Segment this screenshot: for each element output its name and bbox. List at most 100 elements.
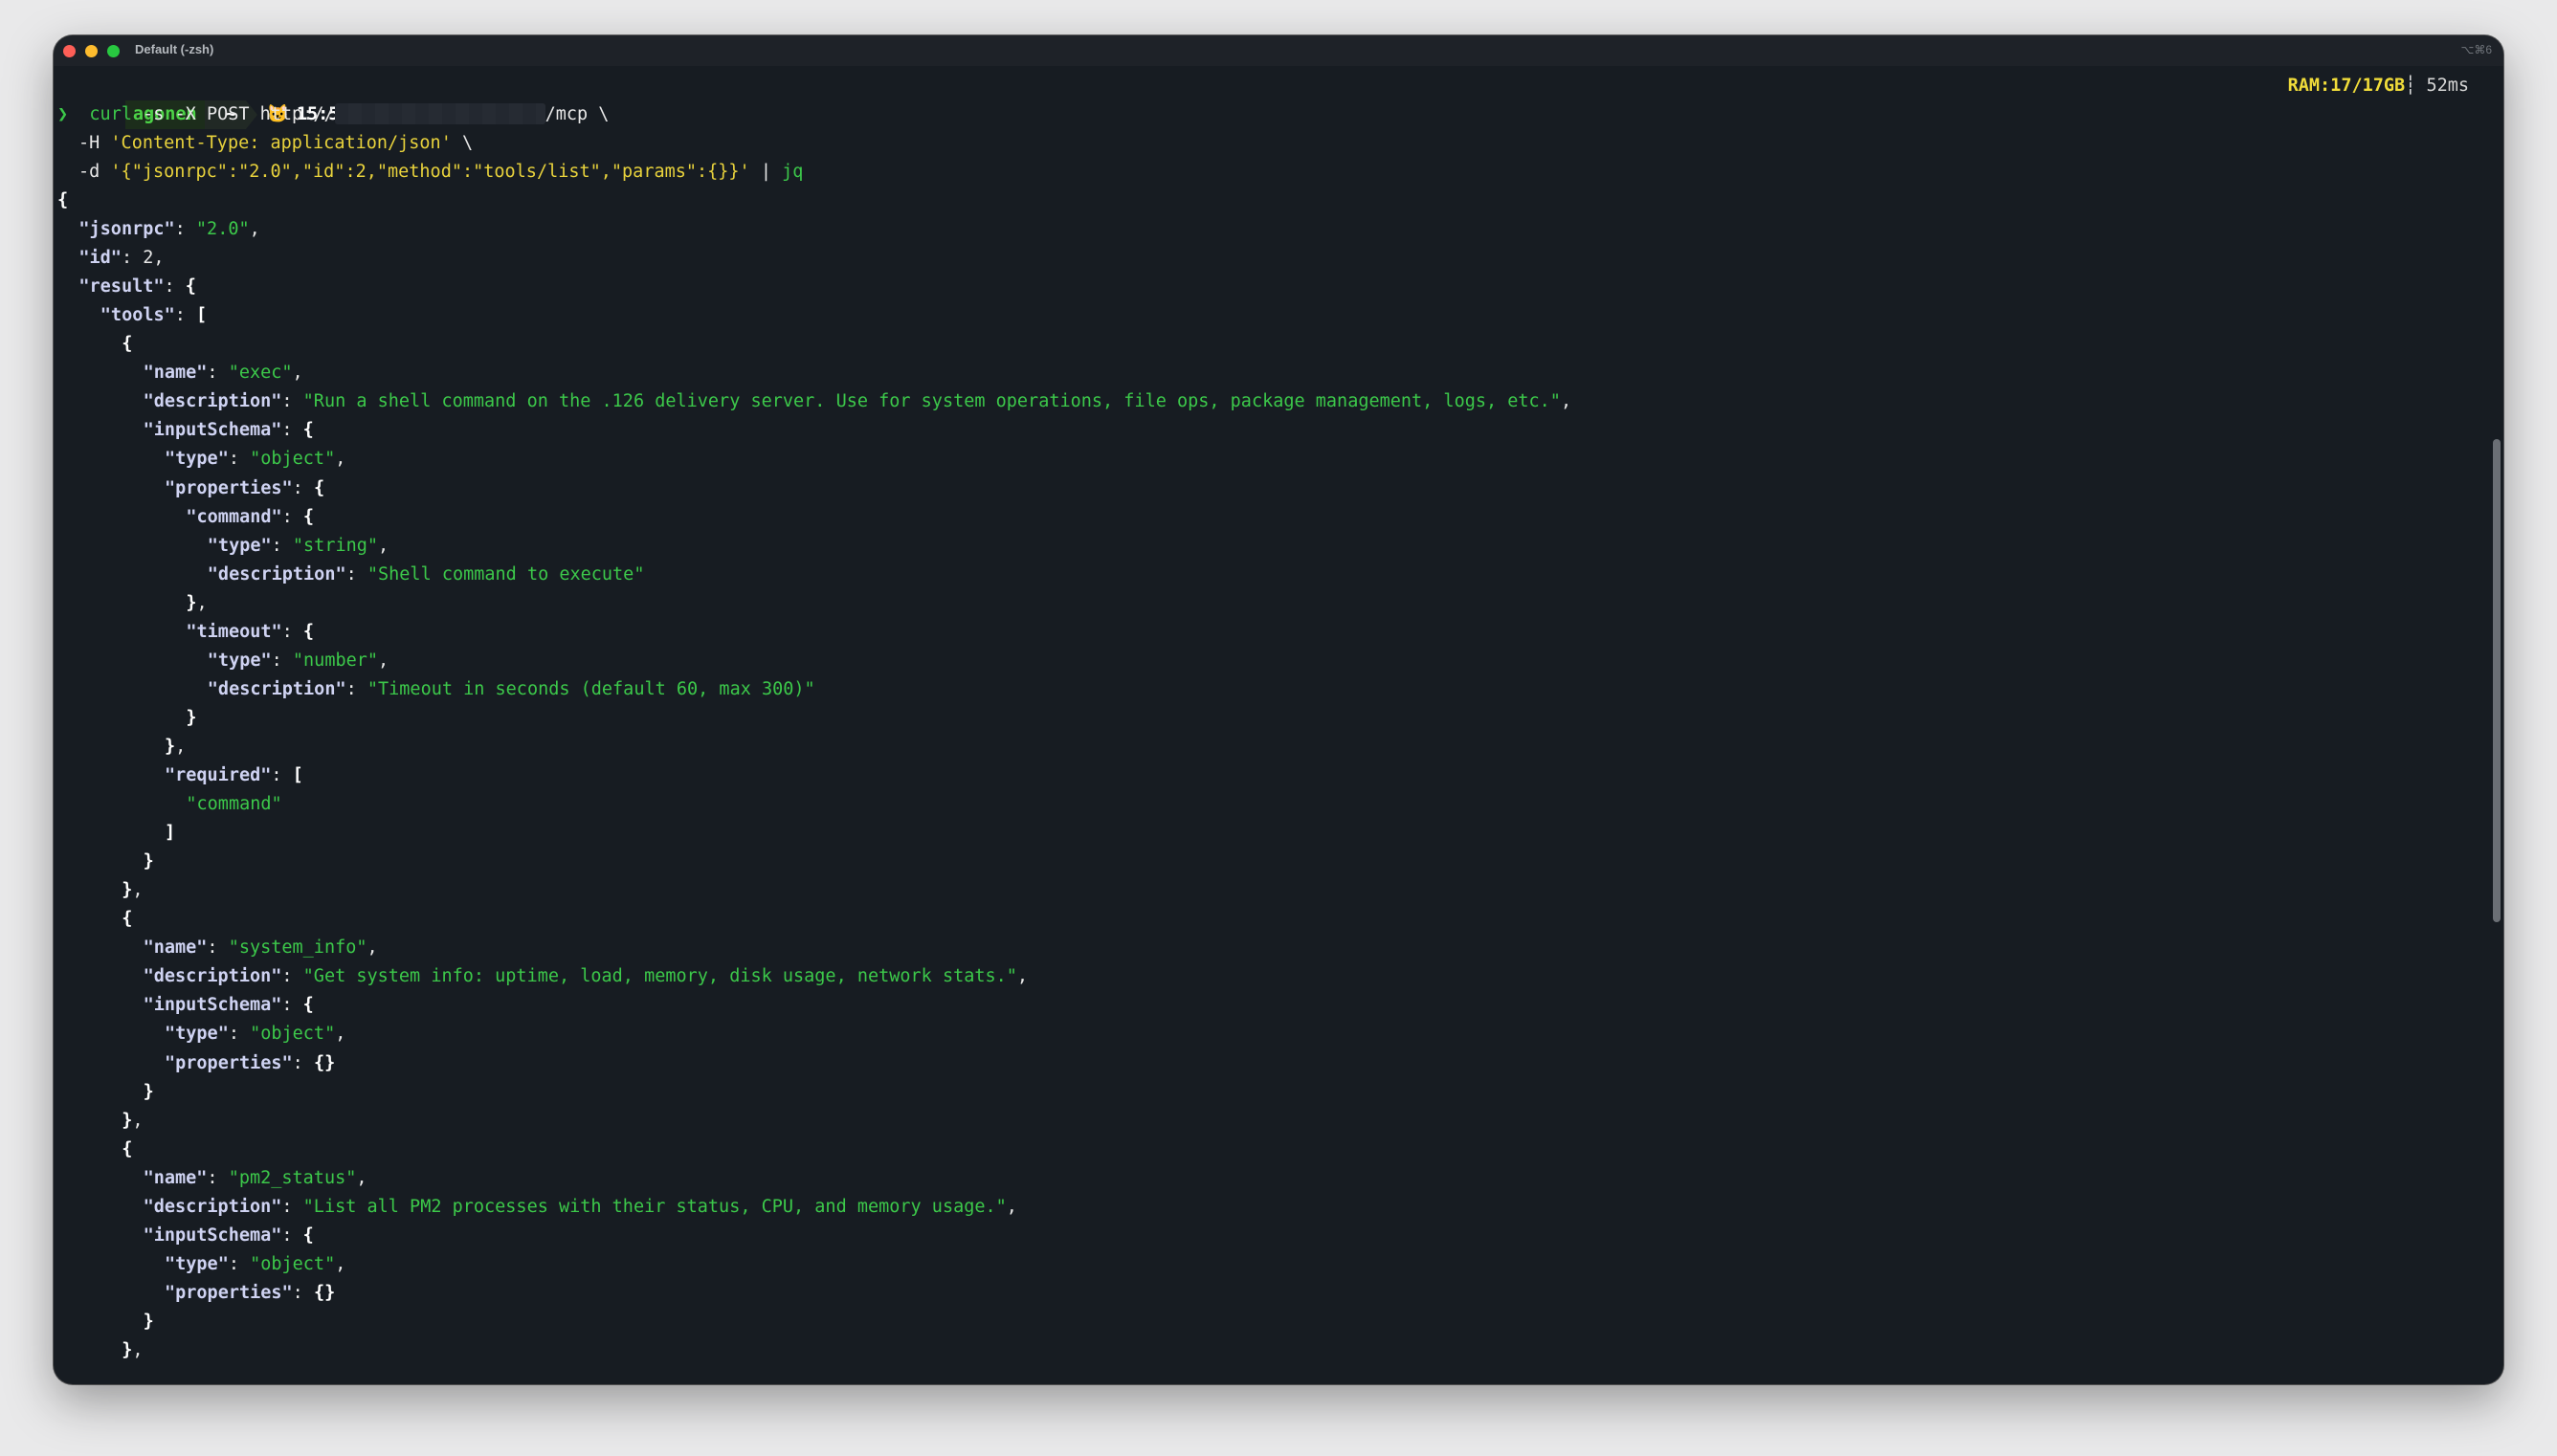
output-line: } [144, 1078, 154, 1107]
json-token: { [122, 1138, 133, 1159]
json-token: : [345, 678, 367, 699]
output-line: { [57, 187, 68, 215]
output-line: ] [165, 819, 175, 848]
json-token: : [228, 1024, 251, 1045]
json-string: "object" [250, 449, 336, 470]
json-token: : [292, 1282, 314, 1303]
json-token: {} [313, 1052, 336, 1073]
json-token: : [207, 1167, 229, 1188]
json-token: : [281, 420, 303, 441]
json-token: { [122, 909, 133, 930]
output-line: "type": "number", [208, 647, 389, 675]
json-key: "jsonrpc" [78, 219, 175, 240]
json-string: "2.0" [195, 219, 250, 240]
command-line-1: ❯ curl -s -X POST http:// /mcp \ [57, 100, 609, 129]
output-line: "description": "Shell command to execute… [208, 561, 645, 589]
status-separator: ┆ [2405, 76, 2416, 96]
json-token: , [378, 650, 389, 671]
output-line: "properties": {} [165, 1279, 335, 1308]
output-line: } [144, 1308, 154, 1336]
zoom-window-icon[interactable] [107, 45, 120, 57]
json-key: "properties" [165, 1282, 293, 1303]
json-token: , [1016, 966, 1029, 987]
payload-string: '{"jsonrpc":"2.0","id":2,"method":"tools… [110, 162, 750, 182]
json-token: } [186, 592, 197, 613]
json-key: "type" [165, 1024, 229, 1045]
command-line-2: -H 'Content-Type: application/json' \ [78, 133, 474, 153]
json-token: , [1560, 391, 1572, 412]
json-token: : [345, 563, 367, 585]
json-token: : [281, 1224, 303, 1246]
json-key: "type" [207, 535, 272, 556]
redacted-host [334, 102, 545, 124]
json-token: { [313, 477, 325, 498]
json-key: "name" [143, 938, 208, 959]
json-key: "name" [143, 363, 208, 384]
json-token: , [378, 535, 389, 556]
output-line: }, [186, 589, 207, 618]
output-line: }, [165, 733, 186, 761]
json-key: "inputSchema" [143, 420, 282, 441]
json-token: : [281, 506, 303, 527]
output-line: "tools": [ [100, 301, 207, 330]
json-key: "required" [165, 765, 272, 785]
command-line-3: -d '{"jsonrpc":"2.0","id":2,"method":"to… [78, 162, 804, 182]
terminal-window[interactable]: Default (-zsh) ⌥⌘6 agonen ~ 🐱 15:55 ❯ curl … [54, 35, 2503, 1384]
json-token: : [164, 276, 186, 298]
json-token: : [281, 1196, 303, 1217]
json-string: "Timeout in seconds (default 60, max 300… [367, 678, 815, 699]
json-token: { [302, 621, 315, 642]
command-duration: 52ms [2426, 76, 2469, 96]
json-token: } [143, 1311, 154, 1332]
json-token: : [271, 535, 293, 556]
json-token: {} [313, 1282, 336, 1303]
output-line: "jsonrpc": "2.0", [78, 215, 259, 244]
json-token: , [175, 736, 187, 757]
minimize-window-icon[interactable] [85, 45, 98, 57]
json-token: : [228, 1253, 251, 1274]
json-token: : [174, 305, 197, 326]
json-token: : [281, 966, 303, 987]
traffic-lights [63, 45, 120, 57]
json-key: "description" [143, 966, 282, 987]
json-key: "tools" [100, 305, 175, 326]
json-string: "exec" [228, 363, 293, 384]
json-token: } [122, 1340, 133, 1360]
scrollbar[interactable] [2493, 439, 2501, 922]
json-token: } [122, 1110, 133, 1131]
output-line: "name": "exec", [144, 359, 303, 387]
json-token: : [292, 477, 314, 498]
json-token: : [281, 995, 303, 1016]
output-line: "type": "object", [165, 445, 345, 474]
json-token: , [335, 1253, 346, 1274]
terminal-content[interactable]: agonen ~ 🐱 15:55 ❯ curl -s -X POST http:// /… [54, 66, 2503, 1384]
json-string: "Shell command to execute" [367, 563, 645, 585]
json-token: { [302, 995, 314, 1016]
json-token: , [249, 219, 260, 240]
right-status: RAM:17/17GB┆ 52ms [2288, 72, 2469, 100]
json-token: { [185, 276, 196, 298]
json-token: : [281, 391, 303, 412]
output-line: "required": [ [165, 761, 303, 790]
json-key: "description" [207, 678, 346, 699]
output-line: "id": 2, [78, 244, 164, 273]
json-token: , [132, 1110, 144, 1131]
window-shortcut: ⌥⌘6 [2460, 43, 2492, 56]
output-line: "type": "object", [165, 1020, 345, 1048]
window-title: Default (-zsh) [135, 42, 214, 56]
json-token: : [174, 219, 196, 240]
json-token: : [271, 765, 293, 785]
json-key: "id" [78, 248, 122, 269]
output-line: "result": { [78, 273, 196, 301]
close-window-icon[interactable] [63, 45, 76, 57]
command-name: curl [89, 104, 132, 124]
json-key: "inputSchema" [143, 995, 282, 1016]
json-token: } [122, 880, 133, 901]
title-bar[interactable]: Default (-zsh) ⌥⌘6 [54, 35, 2503, 66]
output-line: "type": "string", [208, 532, 389, 561]
json-token: , [335, 1024, 346, 1045]
output-line: { [122, 1136, 132, 1164]
output-line: }, [122, 876, 143, 905]
output-line: "description": "List all PM2 processes w… [144, 1193, 1017, 1222]
output-line: "name": "system_info", [144, 934, 378, 962]
